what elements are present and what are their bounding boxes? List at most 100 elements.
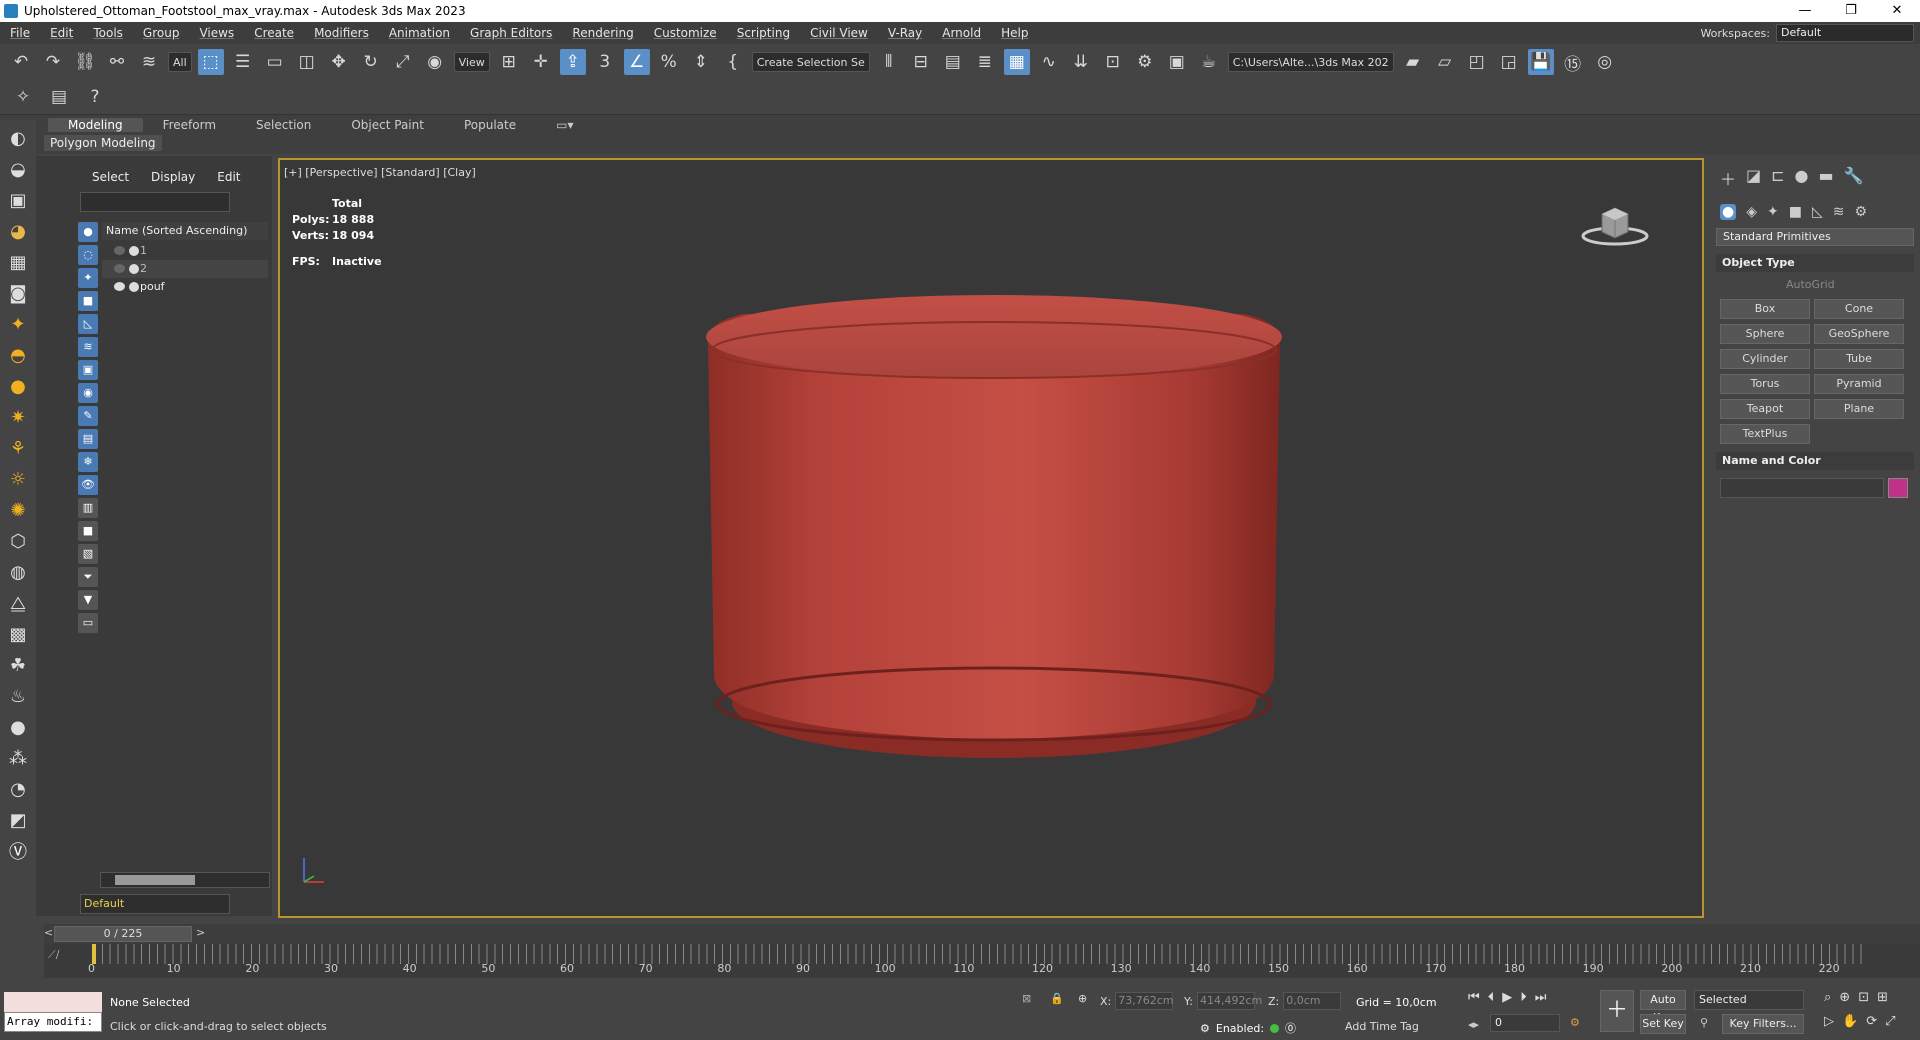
systems-category-icon[interactable]: ⚙ bbox=[1854, 204, 1867, 220]
zoom-extents-icon[interactable]: ⊡ bbox=[1858, 990, 1869, 1005]
groups-filter-icon[interactable]: ▣ bbox=[78, 360, 98, 380]
set-project-icon[interactable]: ▱ bbox=[1432, 49, 1458, 75]
key-mode-icon[interactable]: ⚲ bbox=[1700, 1016, 1708, 1029]
play-icon[interactable]: ▶ bbox=[1502, 990, 1512, 1005]
absolute-mode-icon[interactable]: ⊕ bbox=[1078, 992, 1087, 1005]
link-icon[interactable]: ⛓ bbox=[72, 49, 98, 75]
bind-spacewarp-icon[interactable]: ≋ bbox=[136, 49, 162, 75]
time-config-arrows-icon[interactable]: ◂▸ bbox=[1468, 1018, 1479, 1031]
time-next-button[interactable]: > bbox=[196, 926, 205, 939]
xrefs-filter-icon[interactable]: ◉ bbox=[78, 383, 98, 403]
undo-icon[interactable]: ↶ bbox=[8, 49, 34, 75]
cone-button[interactable]: Cone bbox=[1814, 299, 1904, 319]
bones-filter-icon[interactable]: ✎ bbox=[78, 406, 98, 426]
orbit-icon[interactable]: ⟳ bbox=[1866, 1014, 1877, 1029]
frame-counter[interactable]: 0 / 225 bbox=[54, 926, 192, 942]
box-button[interactable]: Box bbox=[1720, 299, 1810, 319]
menu-help[interactable]: Help bbox=[991, 26, 1038, 40]
select-manipulate-icon[interactable]: ✛ bbox=[528, 49, 554, 75]
scene-tab-edit[interactable]: Edit bbox=[217, 170, 240, 184]
lock-selection-icon[interactable]: 🔒 bbox=[1050, 992, 1064, 1005]
menu-edit[interactable]: Edit bbox=[40, 26, 83, 40]
menu-tools[interactable]: Tools bbox=[83, 26, 133, 40]
scene-row[interactable]: 2 bbox=[102, 260, 268, 278]
render-production-icon[interactable]: ☕ bbox=[1196, 49, 1222, 75]
rotate-icon[interactable]: ↻ bbox=[358, 49, 384, 75]
x-input[interactable]: 73,762cm bbox=[1115, 992, 1174, 1010]
menu-group[interactable]: Group bbox=[133, 26, 190, 40]
modify-tab-icon[interactable]: ◪ bbox=[1746, 166, 1761, 190]
menu-arnold[interactable]: Arnold bbox=[932, 26, 991, 40]
menu-rendering[interactable]: Rendering bbox=[562, 26, 643, 40]
geosphere-button[interactable]: GeoSphere bbox=[1814, 324, 1904, 344]
viewcube-icon[interactable] bbox=[1580, 200, 1650, 250]
display-none-icon[interactable]: ■ bbox=[78, 521, 98, 541]
menu-file[interactable]: File bbox=[0, 26, 40, 40]
key-selection-dropdown[interactable]: Selected bbox=[1694, 990, 1804, 1010]
time-configuration-icon[interactable]: ⚙ bbox=[1570, 1016, 1580, 1029]
name-and-color-title[interactable]: Name and Color bbox=[1716, 452, 1914, 470]
mirror-icon[interactable]: ⫴ bbox=[876, 49, 902, 75]
menu-modifiers[interactable]: Modifiers bbox=[304, 26, 379, 40]
menu-animation[interactable]: Animation bbox=[379, 26, 460, 40]
render-icon[interactable]: ◔ bbox=[4, 776, 32, 802]
funnel-icon[interactable]: ▼ bbox=[78, 590, 98, 610]
spacewarps-category-icon[interactable]: ≋ bbox=[1833, 204, 1845, 220]
hierarchy-tab-icon[interactable]: ⊏ bbox=[1771, 166, 1784, 190]
display-all-icon[interactable]: ▥ bbox=[78, 498, 98, 518]
help-icon[interactable]: ? bbox=[82, 84, 108, 110]
vray-plane-icon[interactable]: ⧋ bbox=[4, 590, 32, 616]
enabled-indicator[interactable] bbox=[1270, 1023, 1280, 1033]
menu-civil-view[interactable]: Civil View bbox=[800, 26, 878, 40]
set-key-button[interactable]: Set Key bbox=[1640, 1014, 1686, 1034]
zoom-icon[interactable]: ⌕ bbox=[1824, 990, 1831, 1005]
motion-tab-icon[interactable]: ● bbox=[1795, 166, 1809, 190]
window-crossing-icon[interactable]: ◫ bbox=[294, 49, 320, 75]
tube-button[interactable]: Tube bbox=[1814, 349, 1904, 369]
omni-light-icon[interactable]: ⚘ bbox=[4, 435, 32, 461]
track-bar[interactable]: ⟋∕ 0 10 20 30 40 50 60 70 80 90 100 110 120 130 140 150… bbox=[44, 944, 1920, 978]
object-name-input[interactable] bbox=[1720, 478, 1884, 498]
vray-fire-icon[interactable]: ♨ bbox=[4, 683, 32, 709]
scrollbar-thumb[interactable] bbox=[115, 875, 195, 885]
pyramid-button[interactable]: Pyramid bbox=[1814, 374, 1904, 394]
geometry-category-icon[interactable]: ● bbox=[1720, 204, 1737, 220]
autodesk-icon[interactable]: ⑮ bbox=[1560, 49, 1586, 75]
time-cursor[interactable] bbox=[92, 944, 96, 964]
spacewarps-filter-icon[interactable]: ≋ bbox=[78, 337, 98, 357]
rect-selection-icon[interactable]: ▭ bbox=[262, 49, 288, 75]
set-key-big-icon[interactable]: ＋ bbox=[1600, 990, 1634, 1032]
menu-views[interactable]: Views bbox=[189, 26, 244, 40]
y-input[interactable]: 414,492cm bbox=[1196, 992, 1262, 1010]
ribbon-toggle-icon[interactable]: ▦ bbox=[1003, 49, 1030, 75]
torus-button[interactable]: Torus bbox=[1720, 374, 1810, 394]
vray-proxy-icon[interactable]: ▩ bbox=[4, 621, 32, 647]
vray-logo-icon[interactable]: Ⓥ bbox=[4, 838, 32, 864]
scene-search-input[interactable] bbox=[80, 192, 230, 212]
layer-dropdown[interactable]: Default bbox=[80, 894, 230, 914]
close-button[interactable]: ✕ bbox=[1874, 0, 1920, 22]
reference-coordinate-dropdown[interactable]: View bbox=[453, 52, 490, 72]
sphere-button[interactable]: Sphere bbox=[1720, 324, 1810, 344]
maxscript-listener-output[interactable] bbox=[4, 992, 102, 1012]
render-setup-icon[interactable]: ⚙ bbox=[1132, 49, 1158, 75]
tab-modeling[interactable]: Modeling bbox=[48, 118, 143, 132]
layers-icon[interactable]: ▤ bbox=[46, 84, 72, 110]
z-input[interactable]: 0,0cm bbox=[1283, 992, 1342, 1010]
redo-icon[interactable]: ↷ bbox=[40, 49, 66, 75]
frame-buffer-icon[interactable]: ◩ bbox=[4, 807, 32, 833]
frozen-filter-icon[interactable]: ❄ bbox=[78, 452, 98, 472]
filter-icon[interactable]: ⏷ bbox=[78, 567, 98, 587]
menu-vray[interactable]: V-Ray bbox=[878, 26, 932, 40]
maxscript-mini-listener[interactable]: Array modifi: bbox=[4, 1012, 102, 1032]
ribbon-options-icon[interactable]: ▭▾ bbox=[536, 118, 593, 132]
named-selection-dropdown[interactable]: Create Selection Se bbox=[751, 52, 870, 72]
utilities-icon[interactable]: ◙ bbox=[4, 280, 32, 306]
edit-named-selection-icon[interactable]: { bbox=[720, 49, 746, 75]
zoom-all-icon[interactable]: ⊕ bbox=[1839, 990, 1850, 1005]
scene-row[interactable]: 1 bbox=[102, 242, 268, 260]
material-ball-icon[interactable]: ● bbox=[4, 714, 32, 740]
key-filters-button[interactable]: Key Filters... bbox=[1722, 1014, 1804, 1034]
go-to-start-icon[interactable]: ⏮ bbox=[1468, 990, 1480, 1005]
open-project-icon[interactable]: ▰ bbox=[1400, 49, 1426, 75]
